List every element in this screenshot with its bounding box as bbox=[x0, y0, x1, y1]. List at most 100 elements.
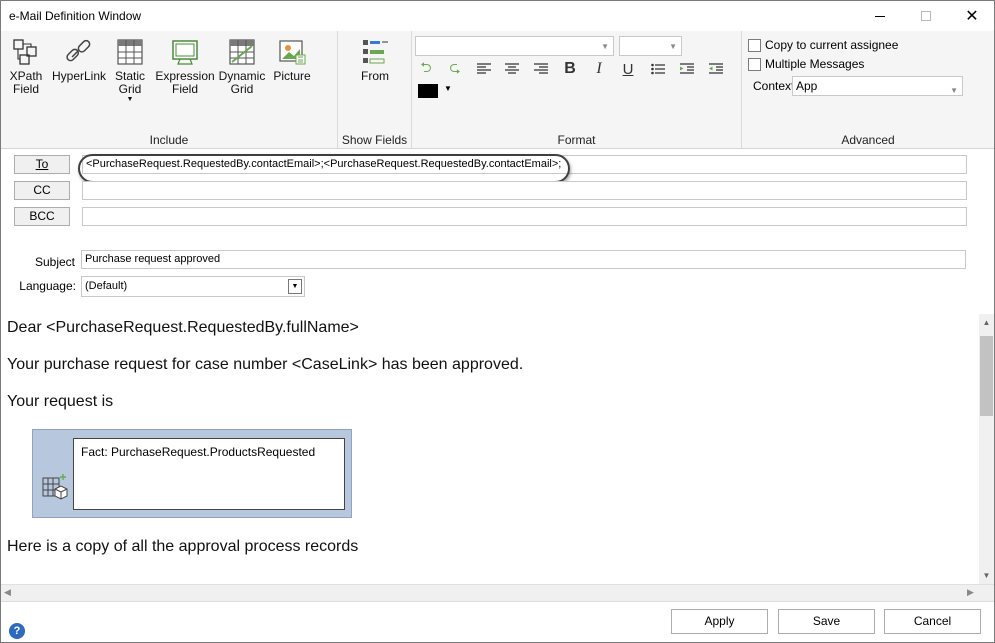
apply-label: Apply bbox=[704, 614, 735, 628]
context-label: Context bbox=[753, 79, 795, 93]
dynamic-grid-button[interactable]: Dynamic Grid bbox=[217, 37, 267, 96]
align-left-icon[interactable] bbox=[473, 58, 495, 80]
outdent-icon[interactable] bbox=[705, 58, 727, 80]
bullet-list-icon[interactable] bbox=[647, 58, 669, 80]
email-definition-window: e-Mail Definition Window ✕ XPath Field H… bbox=[0, 0, 995, 643]
maximize-button[interactable] bbox=[903, 1, 949, 31]
chevron-down-icon: ▼ bbox=[669, 42, 677, 51]
cc-field[interactable] bbox=[82, 181, 967, 200]
expression-field-label-2: Field bbox=[171, 82, 198, 96]
xpath-field-button[interactable]: XPath Field bbox=[7, 37, 45, 96]
scroll-down-icon[interactable]: ▼ bbox=[979, 567, 994, 584]
fact-grid-block[interactable]: Fact: PurchaseRequest.ProductsRequested bbox=[32, 429, 352, 518]
fact-grid-icon bbox=[42, 474, 68, 500]
expression-field-icon bbox=[172, 40, 198, 65]
save-label: Save bbox=[812, 614, 841, 628]
fields-list-icon bbox=[363, 40, 388, 64]
subject-label: Subject bbox=[34, 255, 75, 269]
checkbox-box[interactable] bbox=[748, 57, 761, 71]
redo-icon[interactable]: ⮎ bbox=[444, 58, 466, 80]
close-icon: ✕ bbox=[965, 8, 979, 25]
text-color-swatch[interactable] bbox=[418, 84, 438, 98]
static-grid-label-2: Grid bbox=[118, 82, 142, 96]
language-value: (Default) bbox=[85, 280, 128, 292]
context-value: App bbox=[796, 79, 818, 93]
dialog-footer: ? Apply Save Cancel bbox=[1, 601, 994, 642]
cancel-button[interactable]: Cancel bbox=[884, 609, 981, 634]
help-glyph: ? bbox=[13, 625, 21, 637]
cc-button-label: CC bbox=[33, 183, 51, 197]
to-button[interactable]: To bbox=[14, 155, 70, 174]
to-field-highlight bbox=[78, 154, 570, 183]
dynamic-grid-label-2: Grid bbox=[230, 82, 254, 96]
font-size-select[interactable]: ▼ bbox=[619, 36, 682, 56]
horizontal-scrollbar[interactable]: ◀ ▶ bbox=[1, 584, 994, 601]
align-right-icon[interactable] bbox=[530, 58, 552, 80]
vertical-scrollbar[interactable]: ▲ ▼ bbox=[979, 314, 994, 584]
help-icon[interactable]: ? bbox=[9, 623, 25, 639]
save-button[interactable]: Save bbox=[778, 609, 875, 634]
chevron-down-icon: ▼ bbox=[601, 42, 609, 51]
multiple-messages-label: Multiple Messages bbox=[765, 57, 865, 71]
show-fields-group: From Show Fields bbox=[338, 31, 412, 149]
bcc-button[interactable]: BCC bbox=[14, 207, 70, 226]
chevron-down-icon[interactable]: ▼ bbox=[288, 279, 302, 294]
advanced-group-label: Advanced bbox=[841, 133, 895, 147]
from-label: From bbox=[361, 69, 389, 83]
subject-field-value: Purchase request approved bbox=[85, 253, 221, 265]
indent-icon[interactable] bbox=[676, 58, 698, 80]
static-grid-icon bbox=[117, 39, 143, 65]
scroll-right-icon[interactable]: ▶ bbox=[967, 587, 974, 598]
copy-to-assignee-label: Copy to current assignee bbox=[765, 38, 899, 52]
italic-icon[interactable]: I bbox=[588, 58, 610, 80]
dynamic-grid-icon bbox=[229, 39, 255, 65]
text-color-fill bbox=[418, 84, 438, 98]
fact-grid-content: Fact: PurchaseRequest.ProductsRequested bbox=[73, 438, 345, 510]
picture-button[interactable]: Picture bbox=[269, 37, 315, 83]
hyperlink-label: HyperLink bbox=[51, 69, 107, 83]
xpath-field-label-2: Field bbox=[12, 82, 39, 96]
from-button[interactable]: From bbox=[358, 37, 392, 83]
checkbox-box[interactable] bbox=[748, 38, 761, 52]
window-title: e-Mail Definition Window bbox=[9, 9, 142, 23]
cc-button[interactable]: CC bbox=[14, 181, 70, 200]
ribbon: XPath Field HyperLink Static Grid ▼ Expr… bbox=[1, 31, 994, 149]
picture-label: Picture bbox=[273, 69, 311, 83]
cancel-label: Cancel bbox=[913, 614, 952, 628]
bcc-field[interactable] bbox=[82, 207, 967, 226]
include-group-label: Include bbox=[149, 133, 189, 147]
format-group: ▼ ▼ ⮌ ⮎ B I U ▼ Format bbox=[412, 31, 742, 149]
font-family-select[interactable]: ▼ bbox=[415, 36, 614, 56]
static-grid-button[interactable]: Static Grid ▼ bbox=[111, 37, 149, 104]
minimize-button[interactable] bbox=[857, 1, 903, 31]
chain-link-icon bbox=[66, 39, 91, 62]
apply-button[interactable]: Apply bbox=[671, 609, 768, 634]
multiple-messages-checkbox[interactable]: Multiple Messages bbox=[748, 57, 864, 71]
body-line-request: Your request is bbox=[7, 393, 114, 410]
expression-field-button[interactable]: Expression Field bbox=[155, 37, 215, 96]
underline-icon[interactable]: U bbox=[617, 58, 639, 80]
close-button[interactable]: ✕ bbox=[949, 1, 995, 31]
language-select[interactable]: (Default) ▼ bbox=[81, 276, 305, 297]
hyperlink-button[interactable]: HyperLink bbox=[51, 37, 107, 83]
minimize-icon bbox=[875, 15, 885, 17]
context-select[interactable]: App ▼ bbox=[792, 76, 963, 96]
static-grid-dropdown-icon[interactable]: ▼ bbox=[127, 96, 134, 104]
bcc-button-label: BCC bbox=[29, 209, 55, 223]
bold-icon[interactable]: B bbox=[559, 58, 581, 80]
undo-icon[interactable]: ⮌ bbox=[415, 58, 437, 80]
scroll-left-icon[interactable]: ◀ bbox=[4, 587, 11, 598]
scroll-up-icon[interactable]: ▲ bbox=[979, 314, 994, 331]
to-button-label: To bbox=[35, 157, 49, 171]
align-center-icon[interactable] bbox=[501, 58, 523, 80]
copy-to-assignee-checkbox[interactable]: Copy to current assignee bbox=[748, 38, 898, 52]
text-color-dropdown-icon[interactable]: ▼ bbox=[444, 84, 452, 93]
subject-field[interactable]: Purchase request approved bbox=[81, 250, 966, 269]
fact-grid-text: Fact: PurchaseRequest.ProductsRequested bbox=[81, 445, 316, 459]
body-line-approved: Your purchase request for case number <C… bbox=[7, 356, 524, 373]
advanced-group: Copy to current assignee Multiple Messag… bbox=[742, 31, 994, 149]
scroll-thumb[interactable] bbox=[980, 336, 993, 416]
format-group-label: Format bbox=[557, 133, 596, 147]
body-line-records: Here is a copy of all the approval proce… bbox=[7, 538, 359, 555]
body-line-greeting: Dear <PurchaseRequest.RequestedBy.fullNa… bbox=[7, 319, 359, 336]
